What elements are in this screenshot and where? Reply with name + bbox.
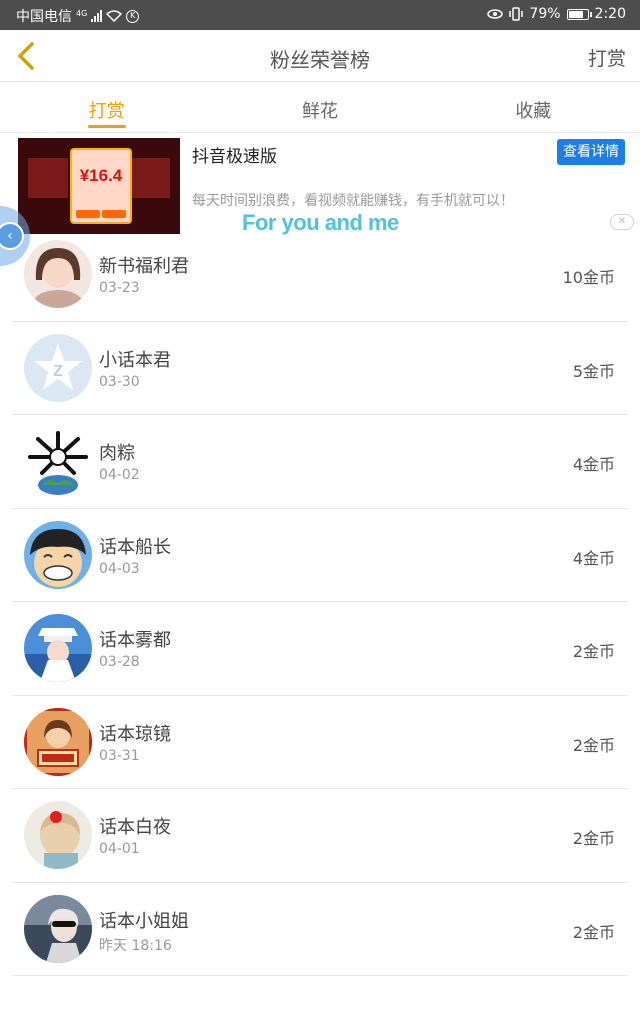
supporter-coins: 4金币	[572, 548, 615, 568]
supporter-name: 小话本君	[99, 349, 171, 371]
reward-button[interactable]: 打赏	[588, 44, 626, 71]
supporter-date: 04-01	[99, 841, 140, 857]
supporter-date: 04-03	[99, 560, 140, 577]
supporter-name: 肉粽	[99, 443, 135, 464]
ad-details-button[interactable]: 查看详情	[557, 139, 625, 165]
supporter-coins: 4金币	[572, 455, 615, 474]
avatar	[24, 240, 92, 308]
ad-title: 抖音极速版	[192, 147, 277, 167]
supporter-date: 03-23	[99, 280, 140, 296]
status-bar: 中国电信 4G K 79% 2:20	[0, 0, 640, 30]
supporter-name: 话本船长	[99, 536, 171, 558]
ad-image-amount: ¥16.4	[79, 166, 123, 185]
list-item[interactable]: 话本小姐姐 昨天 18:16 2金币	[0, 883, 640, 976]
network-label: 4G	[76, 8, 88, 18]
supporter-coins: 2金币	[572, 922, 615, 942]
supporter-coins: 10金币	[562, 268, 615, 287]
supporter-coins: 2金币	[572, 829, 615, 848]
supporter-name: 话本白夜	[99, 817, 171, 838]
supporter-coins: 5金币	[572, 361, 615, 381]
supporter-date: 03-30	[99, 373, 140, 390]
battery-icon	[566, 8, 592, 20]
nav-header: 粉丝荣誉榜 打赏	[0, 30, 640, 82]
vibrate-icon	[509, 7, 524, 21]
battery-percent: 79%	[529, 6, 561, 22]
avatar	[24, 520, 92, 589]
supporter-coins: 2金币	[572, 642, 615, 661]
supporter-name: 话本琼镜	[99, 723, 171, 745]
wifi-icon	[106, 10, 123, 22]
supporter-coins: 2金币	[572, 735, 615, 755]
eye-icon	[487, 9, 504, 19]
clock: 2:20	[594, 6, 626, 22]
overlay-caption: For you and me	[242, 210, 399, 235]
chevron-left-circle-icon: ‹	[0, 222, 24, 250]
ad-image[interactable]: ¥16.4	[18, 138, 180, 234]
carrier-label: 中国电信	[16, 9, 72, 25]
supporter-list: 新书福利君 03-23 10金币 Z 小话本君 03-30 5金币 肉粽 04-…	[0, 228, 640, 976]
supporter-date: 03-28	[99, 654, 140, 670]
supporter-date: 昨天 18:16	[99, 937, 172, 954]
tab-favorites[interactable]: 收藏	[427, 83, 640, 132]
list-item[interactable]: 新书福利君 03-23 10金币	[0, 228, 640, 322]
avatar	[24, 894, 92, 963]
list-item[interactable]: 肉粽 04-02 4金币	[0, 415, 640, 509]
tab-bar: 打赏 鲜花 收藏	[0, 83, 640, 133]
list-item[interactable]: 话本船长 04-03 4金币	[0, 509, 640, 602]
avatar	[24, 614, 92, 682]
supporter-name: 话本小姐姐	[99, 910, 189, 932]
avatar: Z	[24, 333, 92, 402]
signal-icon	[91, 10, 103, 22]
tab-flowers[interactable]: 鲜花	[213, 83, 426, 132]
avatar	[24, 707, 92, 776]
supporter-name: 话本雾都	[99, 630, 171, 651]
list-item[interactable]: Z 小话本君 03-30 5金币	[0, 322, 640, 415]
list-item[interactable]: 话本琼镜 03-31 2金币	[0, 696, 640, 789]
ad-description: 每天时间别浪费，看视频就能赚钱，有手机就可以！	[192, 193, 514, 209]
supporter-name: 新书福利君	[99, 256, 189, 277]
tab-reward[interactable]: 打赏	[0, 83, 213, 132]
list-item[interactable]: 话本白夜 04-01 2金币	[0, 789, 640, 883]
k-icon: K	[126, 9, 140, 23]
list-item[interactable]: 话本雾都 03-28 2金币	[0, 602, 640, 696]
supporter-date: 03-31	[99, 747, 140, 764]
avatar	[24, 427, 92, 495]
svg-text:Z: Z	[53, 363, 63, 380]
avatar	[24, 801, 92, 869]
page-title: 粉丝荣誉榜	[270, 48, 370, 72]
supporter-date: 04-02	[99, 467, 140, 483]
